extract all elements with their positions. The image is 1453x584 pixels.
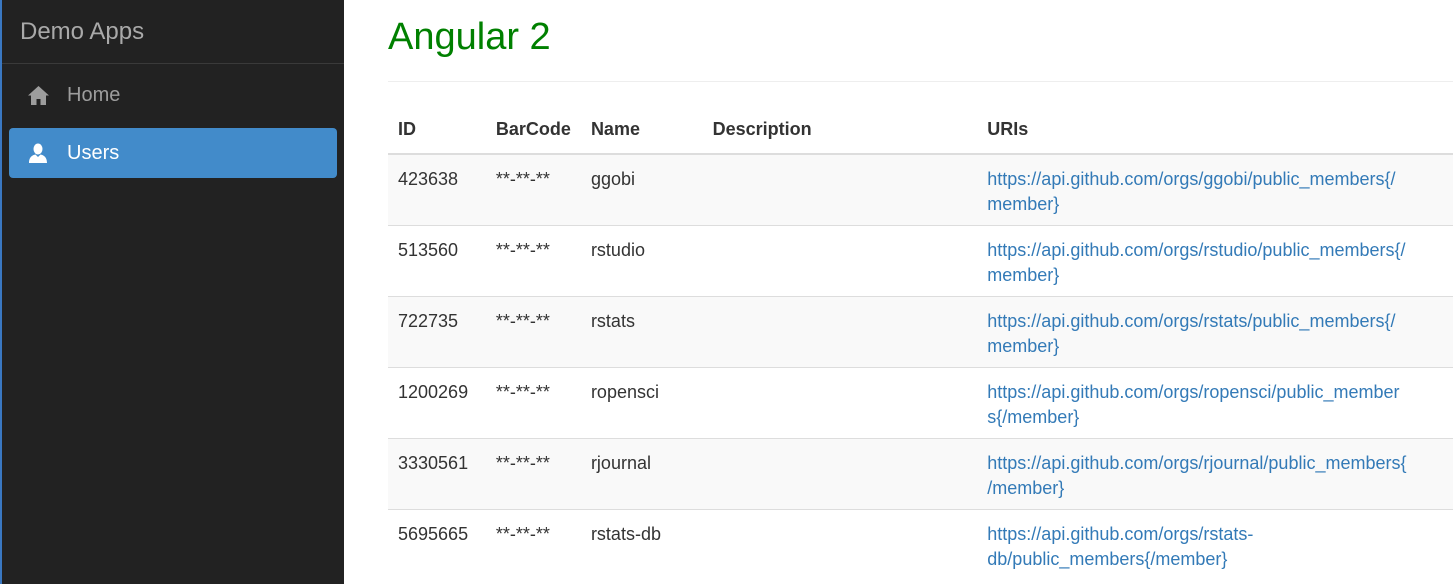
cell-id: 1200269 (388, 366, 486, 438)
cell-description (702, 366, 978, 438)
cell-name: rstudio (580, 224, 703, 296)
table-row: 722735 **-**-** rstats https://api.githu… (388, 295, 1453, 367)
sidebar-nav: Home Users (2, 64, 344, 178)
cell-uri: https://api.github.com/orgs/rstudio/publ… (977, 224, 1453, 296)
column-header-description: Description (702, 106, 978, 155)
cell-description (702, 295, 978, 367)
cell-description (702, 508, 978, 580)
uri-link[interactable]: https://api.github.com/orgs/ggobi/public… (987, 167, 1407, 217)
users-table: ID BarCode Name Description URIs 423638 … (388, 106, 1453, 580)
cell-description (702, 154, 978, 225)
uri-link[interactable]: https://api.github.com/orgs/rstats-db/pu… (987, 522, 1407, 572)
column-header-id: ID (388, 106, 486, 155)
table-row: 3330561 **-**-** rjournal https://api.gi… (388, 437, 1453, 509)
cell-uri: https://api.github.com/orgs/ropensci/pub… (977, 366, 1453, 438)
cell-barcode: **-**-** (485, 437, 581, 509)
cell-barcode: **-**-** (485, 295, 581, 367)
column-header-uris: URIs (977, 106, 1453, 155)
cell-id: 5695665 (388, 508, 486, 580)
home-icon (27, 84, 49, 106)
uri-link[interactable]: https://api.github.com/orgs/ropensci/pub… (987, 380, 1407, 430)
cell-name: rjournal (580, 437, 703, 509)
cell-uri: https://api.github.com/orgs/rstats/publi… (977, 295, 1453, 367)
cell-description (702, 224, 978, 296)
table-row: 423638 **-**-** ggobi https://api.github… (388, 154, 1453, 225)
cell-barcode: **-**-** (485, 508, 581, 580)
table-header-row: ID BarCode Name Description URIs (388, 106, 1453, 155)
sidebar-item-home[interactable]: Home (9, 70, 337, 120)
cell-description (702, 437, 978, 509)
cell-uri: https://api.github.com/orgs/rjournal/pub… (977, 437, 1453, 509)
cell-uri: https://api.github.com/orgs/rstats-db/pu… (977, 508, 1453, 580)
cell-name: ggobi (580, 154, 703, 225)
cell-id: 423638 (388, 154, 486, 225)
cell-name: rstats (580, 295, 703, 367)
column-header-name: Name (580, 106, 703, 155)
table-row: 1200269 **-**-** ropensci https://api.gi… (388, 366, 1453, 438)
brand-title[interactable]: Demo Apps (2, 0, 344, 64)
cell-name: ropensci (580, 366, 703, 438)
table-row: 513560 **-**-** rstudio https://api.gith… (388, 224, 1453, 296)
sidebar-item-label: Users (67, 141, 120, 164)
uri-link[interactable]: https://api.github.com/orgs/rstats/publi… (987, 309, 1407, 359)
cell-uri: https://api.github.com/orgs/ggobi/public… (977, 154, 1453, 225)
cell-id: 3330561 (388, 437, 486, 509)
uri-link[interactable]: https://api.github.com/orgs/rjournal/pub… (987, 451, 1407, 501)
sidebar-item-users[interactable]: Users (9, 128, 337, 178)
cell-barcode: **-**-** (485, 154, 581, 225)
cell-name: rstats-db (580, 508, 703, 580)
page-title: Angular 2 (388, 0, 1453, 82)
main-content: Angular 2 ID BarCode Name Description UR… (388, 0, 1453, 584)
user-icon (27, 142, 49, 164)
column-header-barcode: BarCode (485, 106, 581, 155)
uri-link[interactable]: https://api.github.com/orgs/rstudio/publ… (987, 238, 1407, 288)
table-row: 5695665 **-**-** rstats-db https://api.g… (388, 508, 1453, 580)
sidebar: Demo Apps Home Users (0, 0, 344, 584)
cell-id: 513560 (388, 224, 486, 296)
cell-barcode: **-**-** (485, 224, 581, 296)
cell-barcode: **-**-** (485, 366, 581, 438)
cell-id: 722735 (388, 295, 486, 367)
sidebar-item-label: Home (67, 83, 121, 106)
